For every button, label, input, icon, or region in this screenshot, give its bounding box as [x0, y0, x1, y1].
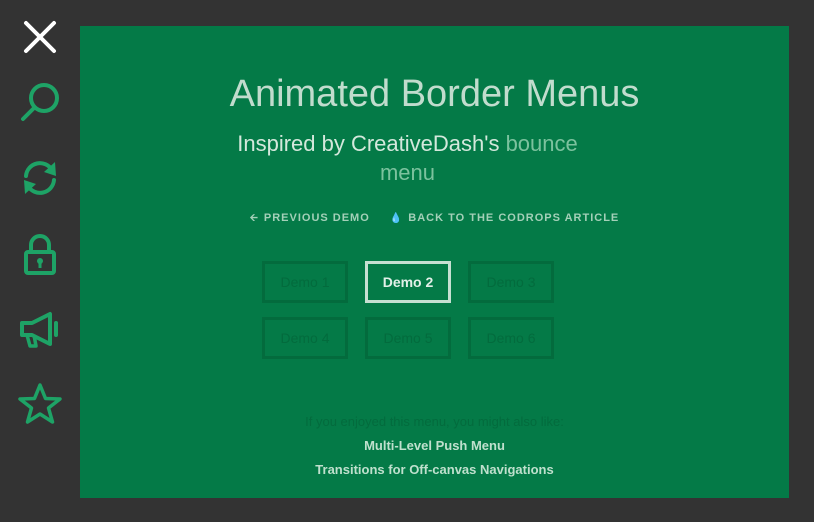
subtitle-text: Inspired by CreativeDash's — [237, 131, 506, 156]
previous-demo-label: PREVIOUS DEMO — [263, 212, 370, 224]
search-button[interactable] — [14, 76, 66, 128]
related-intro: If you enjoyed this menu, you might also… — [305, 414, 564, 429]
drop-icon: 💧 — [389, 213, 404, 224]
demo-5-button[interactable]: Demo 5 — [365, 317, 451, 359]
demo-1-button[interactable]: Demo 1 — [262, 261, 348, 303]
demo-6-button[interactable]: Demo 6 — [468, 317, 554, 359]
related-links: If you enjoyed this menu, you might also… — [80, 410, 789, 482]
page-subtitle: Inspired by CreativeDash's bounce menu — [230, 129, 585, 187]
multi-level-push-menu-link[interactable]: Multi-Level Push Menu — [80, 434, 789, 458]
content-panel: Animated Border Menus Inspired by Creati… — [80, 26, 789, 498]
page-title: Animated Border Menus — [229, 73, 640, 115]
demo-navigation: 🡨 PREVIOUS DEMO 💧 BACK TO THE CODROPS ARTI… — [80, 211, 789, 228]
back-to-article-label: BACK TO THE CODROPS ARTICLE — [408, 212, 620, 224]
close-button[interactable] — [14, 11, 66, 63]
lock-button[interactable] — [14, 228, 66, 280]
demo-2-button[interactable]: Demo 2 — [365, 261, 451, 303]
arrow-left-icon: 🡨 — [249, 213, 259, 224]
close-icon — [24, 21, 56, 53]
search-icon — [21, 83, 59, 121]
megaphone-button[interactable] — [14, 304, 66, 356]
star-icon — [18, 383, 62, 424]
off-canvas-transitions-link[interactable]: Transitions for Off-canvas Navigations — [80, 458, 789, 482]
refresh-icon — [24, 161, 56, 195]
megaphone-icon — [20, 312, 58, 348]
back-to-article-link[interactable]: 💧 BACK TO THE CODROPS ARTICLE — [390, 212, 619, 224]
star-button[interactable] — [14, 378, 66, 430]
side-menu — [0, 0, 80, 522]
page: Animated Border Menus Inspired by Creati… — [0, 0, 814, 522]
previous-demo-link[interactable]: 🡨 PREVIOUS DEMO — [250, 211, 370, 228]
refresh-button[interactable] — [14, 152, 66, 204]
demo-3-button[interactable]: Demo 3 — [468, 261, 554, 303]
lock-icon — [24, 234, 56, 275]
demo-4-button[interactable]: Demo 4 — [262, 317, 348, 359]
